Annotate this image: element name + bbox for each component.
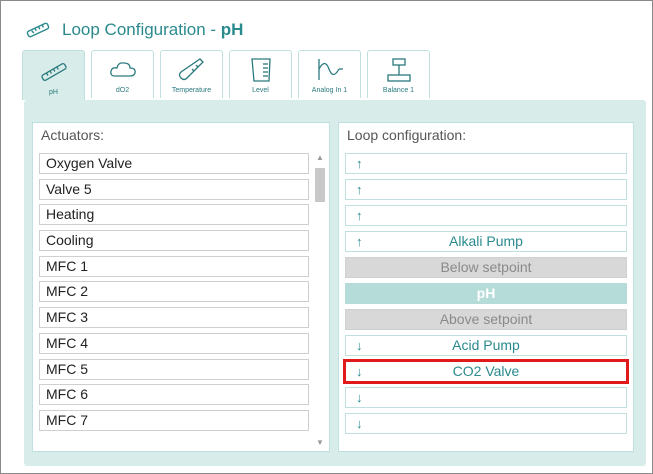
arrow-down-icon: ↓ xyxy=(356,390,363,405)
loop-slot-label: CO2 Valve xyxy=(452,363,520,379)
setpoint-slot: Below setpoint xyxy=(345,257,627,278)
beaker-icon xyxy=(250,58,271,82)
page-title: Loop Configuration - pH xyxy=(62,20,244,39)
scroll-down-icon[interactable]: ▼ xyxy=(316,438,324,447)
actuator-item[interactable]: MFC 6 xyxy=(39,384,309,406)
actuator-item[interactable]: MFC 1 xyxy=(39,255,309,277)
loop-slot-label: Below setpoint xyxy=(440,259,532,275)
actuators-column: Actuators: Oxygen Valve Valve 5 Heating … xyxy=(32,122,330,452)
wave-icon xyxy=(317,59,343,80)
loop-slot[interactable]: ↓ CO2 Valve xyxy=(343,359,629,384)
actuator-item[interactable]: MFC 4 xyxy=(39,332,309,354)
arrow-up-icon: ↑ xyxy=(356,156,363,171)
tab-analog-in-1[interactable]: Analog In 1 xyxy=(298,50,361,98)
scrollbar-thumb[interactable] xyxy=(315,168,325,202)
tab-label: Analog In 1 xyxy=(311,87,348,94)
loop-variable-slot: pH xyxy=(345,283,627,304)
arrow-up-icon: ↑ xyxy=(356,182,363,197)
loop-slot[interactable]: ↑ xyxy=(345,205,627,226)
actuator-item[interactable]: MFC 5 xyxy=(39,358,309,380)
loop-tabs: pH dO2 Temperature Level Analog In 1 Bal… xyxy=(22,50,430,100)
tab-level[interactable]: Level xyxy=(229,50,292,98)
actuator-item[interactable]: MFC 7 xyxy=(39,409,309,431)
tab-label: dO2 xyxy=(115,87,130,94)
scale-icon xyxy=(386,58,411,82)
actuator-item[interactable]: Valve 5 xyxy=(39,178,309,200)
actuator-item[interactable]: MFC 3 xyxy=(39,307,309,329)
actuators-list: Oxygen Valve Valve 5 Heating Cooling MFC… xyxy=(39,153,309,436)
thermometer-icon xyxy=(40,62,67,82)
cloud-icon xyxy=(109,62,136,77)
actuator-item[interactable]: Cooling xyxy=(39,230,309,252)
thermometer-diagonal-icon xyxy=(178,58,204,81)
tab-label: Balance 1 xyxy=(382,87,415,94)
loop-slot[interactable]: ↓ Acid Pump xyxy=(345,335,627,356)
actuators-scrollbar[interactable]: ▲ ▼ xyxy=(313,153,327,447)
loop-slot[interactable]: ↑ xyxy=(345,153,627,174)
scroll-up-icon[interactable]: ▲ xyxy=(316,153,324,162)
tab-temperature[interactable]: Temperature xyxy=(160,50,223,98)
loop-slot[interactable]: ↑ xyxy=(345,179,627,200)
title-bar: Loop Configuration - pH xyxy=(24,16,243,44)
thermometer-icon xyxy=(26,22,50,38)
tab-label: pH xyxy=(49,89,58,96)
loop-config-heading: Loop configuration: xyxy=(347,127,467,143)
actuator-item[interactable]: Heating xyxy=(39,204,309,226)
actuators-heading: Actuators: xyxy=(41,127,105,143)
arrow-down-icon: ↓ xyxy=(356,416,363,431)
loop-slot[interactable]: ↓ xyxy=(345,413,627,434)
tab-do2[interactable]: dO2 xyxy=(91,50,154,98)
tab-ph[interactable]: pH xyxy=(22,50,85,100)
tab-label: Level xyxy=(252,87,269,94)
loop-slot-label: pH xyxy=(476,285,496,301)
loop-config-column: Loop configuration: ↑ ↑ ↑ ↑ Alkali Pump Below… xyxy=(338,122,634,452)
loop-slot-list: ↑ ↑ ↑ ↑ Alkali Pump Below setpoint pH Above set… xyxy=(343,153,629,439)
loop-slot-label: Acid Pump xyxy=(452,337,520,353)
actuator-item[interactable]: MFC 2 xyxy=(39,281,309,303)
loop-slot-label: Alkali Pump xyxy=(449,233,523,249)
setpoint-slot: Above setpoint xyxy=(345,309,627,330)
arrow-up-icon: ↑ xyxy=(356,208,363,223)
actuator-item[interactable]: Oxygen Valve xyxy=(39,153,309,174)
loop-slot[interactable]: ↓ xyxy=(345,387,627,408)
loop-slot-label: Above setpoint xyxy=(439,311,533,327)
loop-slot[interactable]: ↑ Alkali Pump xyxy=(345,231,627,252)
tab-balance-1[interactable]: Balance 1 xyxy=(367,50,430,98)
tab-label: Temperature xyxy=(171,87,212,94)
